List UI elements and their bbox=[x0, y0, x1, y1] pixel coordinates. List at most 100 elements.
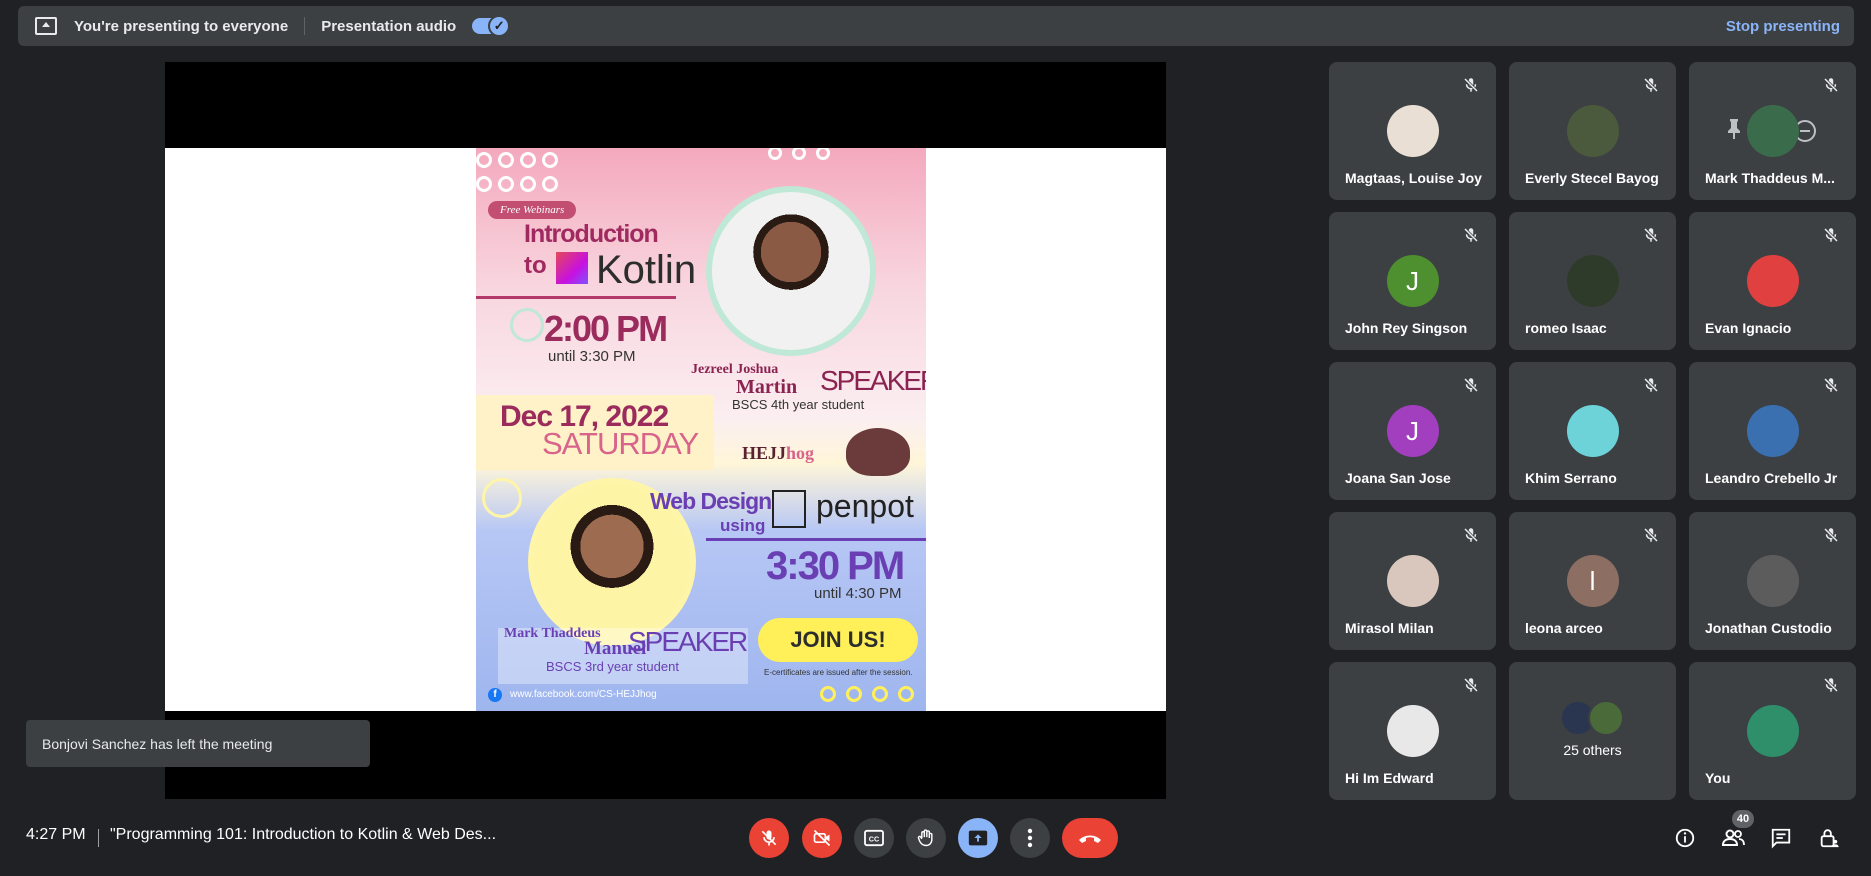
mic-off-icon bbox=[1642, 76, 1660, 94]
leave-call-button[interactable] bbox=[1062, 818, 1118, 858]
current-time: 4:27 PM bbox=[26, 826, 86, 843]
mic-off-icon bbox=[1642, 376, 1660, 394]
poster-divider bbox=[476, 296, 676, 299]
decor-circle bbox=[898, 686, 914, 702]
meeting-details-button[interactable] bbox=[1673, 826, 1697, 850]
mic-off-icon bbox=[1462, 676, 1480, 694]
avatar bbox=[1746, 105, 1799, 157]
mic-off-icon bbox=[1822, 226, 1840, 244]
pin-icon[interactable] bbox=[1727, 118, 1741, 140]
present-now-button[interactable] bbox=[958, 818, 998, 858]
captions-button[interactable]: CC bbox=[854, 818, 894, 858]
participant-name: Jonathan Custodio bbox=[1705, 620, 1832, 636]
avatar bbox=[1386, 705, 1439, 757]
poster-to-text: to bbox=[524, 252, 547, 279]
people-button[interactable] bbox=[1721, 826, 1745, 850]
participant-name: romeo Isaac bbox=[1525, 320, 1607, 336]
mic-off-icon bbox=[1642, 526, 1660, 544]
participant-tile[interactable]: J Joana San Jose bbox=[1329, 362, 1496, 500]
avatar bbox=[1386, 105, 1439, 157]
mic-off-icon bbox=[1462, 526, 1480, 544]
slide-canvas: Free Webinars Introduction to Kotlin 2:0… bbox=[165, 148, 1166, 711]
presentation-stage: Free Webinars Introduction to Kotlin 2:0… bbox=[165, 62, 1166, 799]
participant-tile-others[interactable]: 25 others bbox=[1509, 662, 1676, 800]
hedgehog-mascot-icon bbox=[846, 428, 910, 476]
bottom-toolbar: 4:27 PM "Programming 101: Introduction t… bbox=[0, 810, 1871, 864]
participant-name: Everly Stecel Bayog bbox=[1525, 170, 1659, 186]
mic-off-icon bbox=[1822, 376, 1840, 394]
stop-presenting-button[interactable]: Stop presenting bbox=[1726, 18, 1840, 35]
info-icon bbox=[1675, 828, 1695, 848]
avatar: l bbox=[1566, 555, 1619, 607]
avatar bbox=[1566, 105, 1619, 157]
host-controls-button[interactable] bbox=[1817, 826, 1841, 850]
event-day: SATURDAY bbox=[542, 426, 699, 461]
camera-off-icon bbox=[813, 829, 831, 847]
org-name-part-b: hog bbox=[786, 443, 815, 463]
poster-intro-text: Introduction bbox=[524, 220, 659, 248]
more-options-button[interactable] bbox=[1010, 818, 1050, 858]
poster-divider bbox=[706, 538, 926, 541]
facebook-icon: f bbox=[488, 688, 502, 702]
participant-tile[interactable]: You bbox=[1689, 662, 1856, 800]
decor-circle bbox=[476, 152, 492, 168]
meeting-title[interactable]: "Programming 101: Introduction to Kotlin… bbox=[110, 826, 520, 844]
avatar bbox=[1566, 405, 1619, 457]
avatar bbox=[1746, 555, 1799, 607]
decor-circle bbox=[498, 176, 514, 192]
presentation-audio-toggle[interactable]: ✓ bbox=[472, 15, 511, 37]
participant-tile[interactable]: Everly Stecel Bayog bbox=[1509, 62, 1676, 200]
kotlin-logo-icon bbox=[556, 252, 588, 284]
decor-circle bbox=[872, 686, 888, 702]
raise-hand-button[interactable] bbox=[906, 818, 946, 858]
participant-tile[interactable]: Magtaas, Louise Joy bbox=[1329, 62, 1496, 200]
hand-icon bbox=[917, 829, 933, 847]
org-name-part-a: HEJJ bbox=[742, 443, 787, 463]
decor-circle bbox=[542, 152, 558, 168]
kotlin-end-time: until 3:30 PM bbox=[548, 348, 636, 365]
participant-name: Joana San Jose bbox=[1345, 470, 1451, 486]
svg-text:CC: CC bbox=[869, 835, 879, 844]
poster-using-text: using bbox=[720, 516, 766, 535]
participant-tile[interactable]: J John Rey Singson bbox=[1329, 212, 1496, 350]
org-logo-text: HEJJhog bbox=[742, 443, 814, 464]
participant-left-notification: Bonjovi Sanchez has left the meeting bbox=[26, 720, 370, 767]
decor-circle bbox=[520, 152, 536, 168]
participant-name: Khim Serrano bbox=[1525, 470, 1617, 486]
others-count-label: 25 others bbox=[1563, 742, 1622, 758]
participant-tile[interactable]: Hi Im Edward bbox=[1329, 662, 1496, 800]
participant-name: Mirasol Milan bbox=[1345, 620, 1434, 636]
decor-circle bbox=[846, 686, 862, 702]
participant-tile[interactable]: Mark Thaddeus M... bbox=[1689, 62, 1856, 200]
end-call-icon bbox=[1079, 835, 1101, 843]
participant-tile[interactable]: Evan Ignacio bbox=[1689, 212, 1856, 350]
avatar bbox=[1587, 700, 1624, 736]
participant-tile[interactable]: Leandro Crebello Jr bbox=[1689, 362, 1856, 500]
join-us-badge: JOIN US! bbox=[758, 618, 918, 662]
penpot-logo-icon bbox=[772, 490, 806, 528]
participant-name: Mark Thaddeus M... bbox=[1705, 170, 1835, 186]
participant-name: leona arceo bbox=[1525, 620, 1603, 636]
participant-name: You bbox=[1705, 770, 1731, 786]
participant-tile[interactable]: Mirasol Milan bbox=[1329, 512, 1496, 650]
presentation-audio-label: Presentation audio bbox=[321, 17, 457, 35]
speaker-1-photo bbox=[706, 186, 876, 356]
presenting-status-text: You're presenting to everyone bbox=[74, 17, 289, 35]
webinar-poster: Free Webinars Introduction to Kotlin 2:0… bbox=[476, 148, 926, 711]
camera-button[interactable] bbox=[802, 818, 842, 858]
participant-tile[interactable]: romeo Isaac bbox=[1509, 212, 1676, 350]
participant-name: John Rey Singson bbox=[1345, 320, 1468, 336]
others-avatars bbox=[1559, 700, 1626, 736]
decor-circle bbox=[792, 148, 806, 160]
participant-tile[interactable]: Khim Serrano bbox=[1509, 362, 1676, 500]
mic-off-icon bbox=[1822, 676, 1840, 694]
avatar bbox=[1746, 405, 1799, 457]
decor-circle bbox=[820, 686, 836, 702]
microphone-button[interactable] bbox=[749, 818, 789, 858]
chat-button[interactable] bbox=[1769, 826, 1793, 850]
mic-off-icon bbox=[761, 830, 777, 846]
participant-tile[interactable]: l leona arceo bbox=[1509, 512, 1676, 650]
mic-off-icon bbox=[1462, 76, 1480, 94]
free-webinars-badge: Free Webinars bbox=[488, 201, 577, 219]
participant-tile[interactable]: Jonathan Custodio bbox=[1689, 512, 1856, 650]
